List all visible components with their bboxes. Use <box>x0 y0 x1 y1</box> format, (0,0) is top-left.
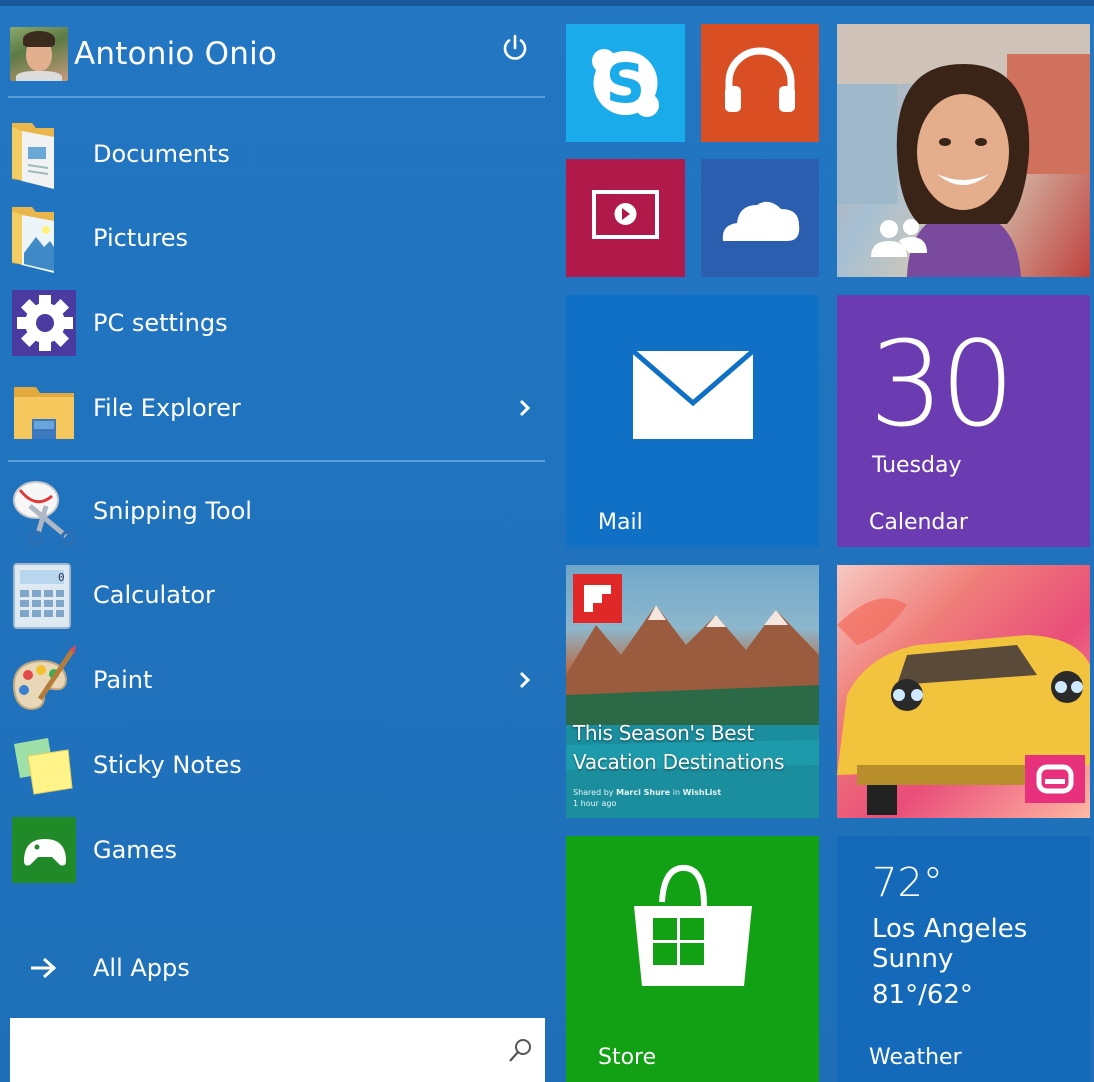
user-account-button[interactable]: Antonio Onio <box>10 26 540 82</box>
chevron-right-icon <box>519 399 531 417</box>
tile-calendar[interactable]: 30 Tuesday Calendar <box>837 295 1090 547</box>
weather-city: Los Angeles <box>872 914 1028 944</box>
tile-label: Store <box>598 1045 657 1070</box>
start-item-label: File Explorer <box>93 394 241 422</box>
documents-folder-icon <box>10 119 76 189</box>
gameloft-icon <box>1025 755 1085 803</box>
start-item-documents[interactable]: Documents <box>10 119 540 189</box>
sticky-notes-icon <box>10 730 76 800</box>
start-item-label: Games <box>93 836 177 864</box>
start-item-file-explorer[interactable]: File Explorer <box>10 373 540 443</box>
headphones-icon <box>725 47 795 112</box>
start-item-label: Sticky Notes <box>93 751 242 779</box>
file-explorer-submenu-button[interactable] <box>510 393 540 423</box>
all-apps-label: All Apps <box>93 954 190 982</box>
tile-label: Calendar <box>869 510 968 535</box>
tile-skype[interactable]: S <box>566 24 685 142</box>
svg-text:0: 0 <box>58 571 65 584</box>
pictures-folder-icon <box>10 203 76 273</box>
start-item-games[interactable]: Games <box>10 815 540 885</box>
flipboard-headline: This Season's Best Vacation Destinations <box>573 721 785 774</box>
tile-video[interactable] <box>566 159 685 277</box>
game-controller-icon <box>10 815 78 885</box>
divider <box>8 460 545 462</box>
flipboard-icon <box>573 574 622 623</box>
start-item-calculator[interactable]: 0 Calculator <box>10 560 540 630</box>
search-input[interactable] <box>22 1032 486 1070</box>
gear-icon <box>10 288 78 358</box>
start-item-sticky-notes[interactable]: Sticky Notes <box>10 730 540 800</box>
snipping-tool-icon <box>10 476 76 546</box>
tile-game[interactable] <box>837 565 1090 818</box>
tile-mail[interactable]: Mail <box>566 295 819 547</box>
weather-temperature: 72° <box>872 860 943 906</box>
calendar-day-number: 30 <box>869 315 1015 453</box>
power-icon <box>503 34 527 60</box>
weather-condition: Sunny <box>872 944 954 974</box>
start-menu: Antonio Onio Documents Pictures PC setti… <box>0 0 1094 1082</box>
cloud-icon <box>722 201 800 241</box>
start-item-snipping-tool[interactable]: Snipping Tool <box>10 476 540 546</box>
tile-onedrive[interactable] <box>701 159 819 277</box>
start-item-label: Calculator <box>93 581 215 609</box>
tile-flipboard[interactable]: This Season's Best Vacation Destinations… <box>566 565 819 818</box>
start-item-label: Snipping Tool <box>93 497 252 525</box>
people-icon <box>871 219 927 257</box>
skype-icon: S <box>592 49 659 117</box>
paint-submenu-button[interactable] <box>510 665 540 695</box>
start-item-paint[interactable]: Paint <box>10 645 540 715</box>
start-item-label: PC settings <box>93 309 228 337</box>
start-item-label: Paint <box>93 666 153 694</box>
start-item-pictures[interactable]: Pictures <box>10 203 540 273</box>
weather-high-low: 81°/62° <box>872 980 973 1010</box>
avatar <box>10 27 68 81</box>
tile-label: Weather <box>869 1045 962 1070</box>
all-apps-button[interactable]: All Apps <box>10 942 310 994</box>
tile-weather[interactable]: 72° Los Angeles Sunny 81°/62° Weather <box>837 836 1090 1082</box>
tile-label: Mail <box>598 510 643 535</box>
top-edge <box>0 0 1094 6</box>
calculator-icon: 0 <box>10 560 76 630</box>
calendar-weekday: Tuesday <box>872 453 962 478</box>
chevron-right-icon <box>519 671 531 689</box>
svg-text:S: S <box>606 52 645 115</box>
start-item-pc-settings[interactable]: PC settings <box>10 288 540 358</box>
search-icon[interactable] <box>505 1036 535 1066</box>
flipboard-share-info: Shared by Marci Shure in WishList 1 hour… <box>573 788 722 808</box>
tile-people[interactable] <box>837 24 1090 277</box>
arrow-right-icon <box>31 957 57 979</box>
file-explorer-icon <box>10 373 76 443</box>
user-name: Antonio Onio <box>74 36 278 72</box>
search-box[interactable] <box>10 1018 545 1082</box>
tile-music[interactable] <box>701 24 819 142</box>
video-play-icon <box>592 190 659 239</box>
power-button[interactable] <box>497 30 533 66</box>
divider <box>8 96 545 98</box>
start-item-label: Documents <box>93 140 230 168</box>
paint-palette-icon <box>10 645 76 715</box>
tile-store[interactable]: Store <box>566 836 819 1082</box>
start-item-label: Pictures <box>93 224 189 252</box>
